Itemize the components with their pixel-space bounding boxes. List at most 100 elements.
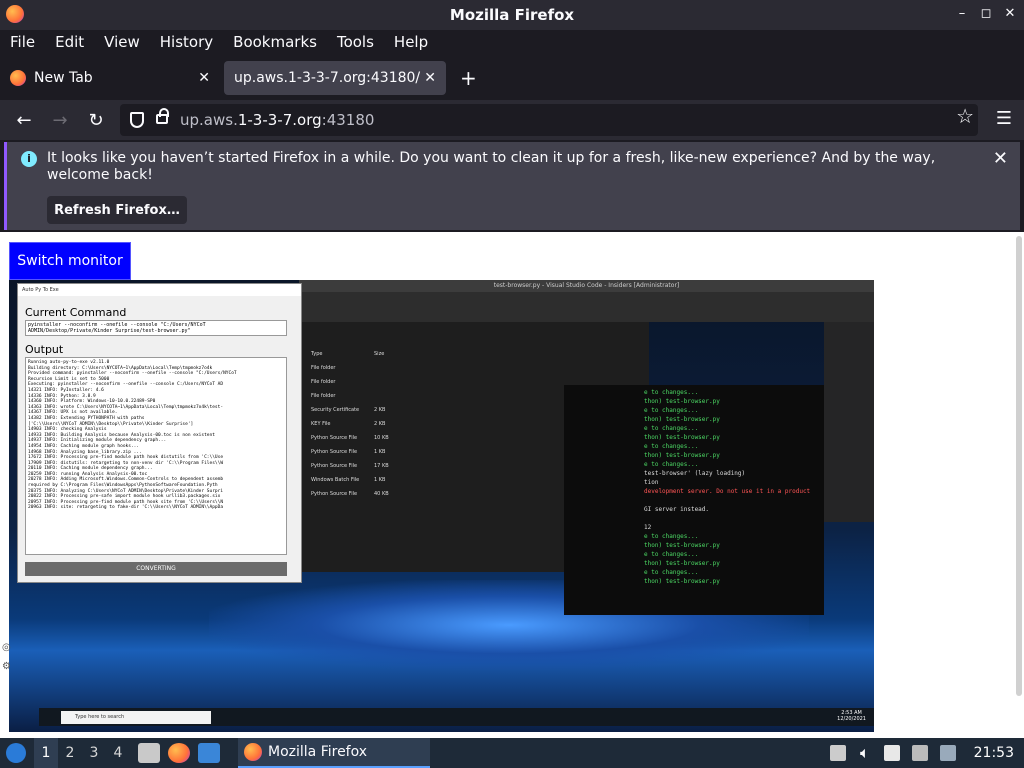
- start-menu-icon[interactable]: [6, 743, 26, 763]
- tab-active-site[interactable]: up.aws.1-3-3-7.org:43180/ ✕: [224, 61, 446, 95]
- terminal-line: thon) test-browser.py: [644, 452, 720, 459]
- desktop-taskbar: 1 2 3 4 Mozilla Firefox 🔈︎ 21:53: [0, 738, 1024, 768]
- explorer-row: Python Source File: [311, 491, 358, 497]
- close-window-button[interactable]: ✕: [1004, 6, 1016, 21]
- refresh-notification: i It looks like you haven’t started Fire…: [4, 142, 1020, 230]
- menu-edit[interactable]: Edit: [45, 33, 94, 51]
- network-icon[interactable]: [939, 745, 956, 761]
- back-button[interactable]: ←: [6, 102, 42, 138]
- windows-clock: 2:53 AM 12/20/2021: [837, 710, 866, 722]
- menu-history[interactable]: History: [150, 33, 223, 51]
- refresh-firefox-button[interactable]: Refresh Firefox…: [47, 196, 187, 224]
- url-bar[interactable]: up.aws.1-3-3-7.org:43180: [120, 104, 978, 136]
- upload-icon[interactable]: [830, 745, 847, 761]
- terminal-line: e to changes...: [644, 389, 699, 396]
- terminal-line: 12: [644, 524, 652, 531]
- terminal-line: GI server instead.: [644, 506, 710, 513]
- explorer-size: 40 KB: [374, 491, 389, 497]
- hamburger-menu-icon[interactable]: ☰: [996, 108, 1012, 129]
- explorer-header-size: Size: [374, 351, 385, 357]
- explorer-size: 1 KB: [374, 449, 386, 455]
- close-tab-icon[interactable]: ✕: [198, 70, 210, 86]
- autopy-titlebar: Auto Py To Exe: [18, 284, 301, 296]
- close-notification-icon[interactable]: ✕: [993, 148, 1008, 169]
- terminal-line: test-browser' (lazy loading): [644, 470, 746, 477]
- page-side-icons: ◎ ⚙: [2, 642, 18, 672]
- terminal-line: tion: [644, 479, 659, 486]
- terminal-line: e to changes...: [644, 425, 699, 432]
- firefox-launcher-icon[interactable]: [168, 743, 190, 763]
- workspace-4[interactable]: 4: [106, 745, 130, 761]
- workspace-3[interactable]: 3: [82, 745, 106, 761]
- terminal-line: e to changes...: [644, 569, 699, 576]
- explorer-size: 1 KB: [374, 477, 386, 483]
- tab-label: up.aws.1-3-3-7.org:43180/: [234, 70, 421, 86]
- windows-taskbar: Type here to search 2:53 AM 12/20/2021: [39, 708, 874, 726]
- display-icon[interactable]: [911, 745, 928, 761]
- windows-search-box: Type here to search: [61, 711, 211, 724]
- explorer-row: File folder: [311, 379, 336, 385]
- menu-tools[interactable]: Tools: [327, 33, 384, 51]
- tab-bar: New Tab ✕ up.aws.1-3-3-7.org:43180/ ✕ +: [0, 58, 1024, 98]
- page-scrollbar[interactable]: [1016, 236, 1022, 696]
- window-title: Mozilla Firefox: [449, 6, 575, 24]
- url-text[interactable]: up.aws.1-3-3-7.org:43180: [180, 111, 374, 129]
- explorer-row: File folder: [311, 393, 336, 399]
- close-tab-icon[interactable]: ✕: [424, 70, 436, 86]
- menu-file[interactable]: File: [0, 33, 45, 51]
- remote-desktop-screenshot[interactable]: test-browser.py - Visual Studio Code - I…: [9, 280, 874, 732]
- firefox-favicon-icon: [10, 70, 26, 86]
- explorer-size: 2 KB: [374, 421, 386, 427]
- explorer-row: Python Source File: [311, 463, 358, 469]
- firefox-task-icon: [244, 743, 262, 761]
- window-switcher-icon[interactable]: [198, 743, 220, 763]
- workspace-2[interactable]: 2: [58, 745, 82, 761]
- taskbar-task-firefox[interactable]: Mozilla Firefox: [238, 738, 430, 768]
- menu-bookmarks[interactable]: Bookmarks: [223, 33, 327, 51]
- navigation-bar: ← → ↻ up.aws.1-3-3-7.org:43180 ☆ ☰: [0, 100, 1024, 140]
- taskbar-clock: 21:53: [973, 745, 1014, 761]
- output-heading: Output: [25, 343, 64, 356]
- volume-icon[interactable]: 🔈︎: [860, 743, 870, 763]
- forward-button[interactable]: →: [42, 102, 78, 138]
- settings-icon[interactable]: ⚙: [2, 661, 18, 672]
- menu-bar: File Edit View History Bookmarks Tools H…: [0, 30, 1024, 54]
- firefox-logo-icon: [6, 5, 24, 23]
- account-icon[interactable]: ◎: [2, 642, 18, 653]
- new-tab-button[interactable]: +: [460, 66, 477, 90]
- tracking-shield-icon[interactable]: [130, 112, 144, 128]
- explorer-size: 2 KB: [374, 407, 386, 413]
- vscode-titlebar: test-browser.py - Visual Studio Code - I…: [299, 280, 874, 292]
- explorer-row: KEY File: [311, 421, 331, 427]
- window-controls: – ◻ ✕: [956, 6, 1016, 21]
- output-log-line: 20963 INFO: site: retargeting to fake-di…: [28, 505, 224, 511]
- command-box: pyinstaller --noconfirm --onefile --cons…: [25, 320, 287, 336]
- menu-help[interactable]: Help: [384, 33, 438, 51]
- terminal-line: thon) test-browser.py: [644, 542, 720, 549]
- tab-label: New Tab: [34, 70, 93, 86]
- explorer-row: Security Certificate: [311, 407, 360, 413]
- current-command-heading: Current Command: [25, 306, 127, 319]
- vscode-toolbar: [299, 292, 874, 322]
- task-label: Mozilla Firefox: [268, 744, 368, 760]
- terminal-line: thon) test-browser.py: [644, 398, 720, 405]
- switch-monitor-button[interactable]: Switch monitor: [9, 242, 131, 280]
- vscode-side-panel: [824, 322, 874, 522]
- explorer-size: 10 KB: [374, 435, 389, 441]
- clipboard-icon[interactable]: [883, 745, 900, 761]
- explorer-row: Python Source File: [311, 449, 358, 455]
- bookmark-star-icon[interactable]: ☆: [956, 104, 974, 128]
- minimize-button[interactable]: –: [956, 6, 968, 21]
- explorer-size: 17 KB: [374, 463, 389, 469]
- terminal-window: e to changes... thon) test-browser.py e to…: [564, 385, 824, 615]
- terminal-line: development server. Do not use it in a p…: [644, 488, 811, 495]
- maximize-button[interactable]: ◻: [980, 6, 992, 21]
- workspace-1[interactable]: 1: [34, 738, 58, 768]
- menu-view[interactable]: View: [94, 33, 150, 51]
- lock-icon[interactable]: [156, 108, 169, 124]
- reload-button[interactable]: ↻: [78, 102, 114, 138]
- file-manager-icon[interactable]: [138, 743, 160, 763]
- auto-py-to-exe-window: Auto Py To Exe Current Command pyinstall…: [17, 283, 302, 583]
- tab-new-tab[interactable]: New Tab ✕: [0, 61, 220, 95]
- terminal-line: thon) test-browser.py: [644, 416, 720, 423]
